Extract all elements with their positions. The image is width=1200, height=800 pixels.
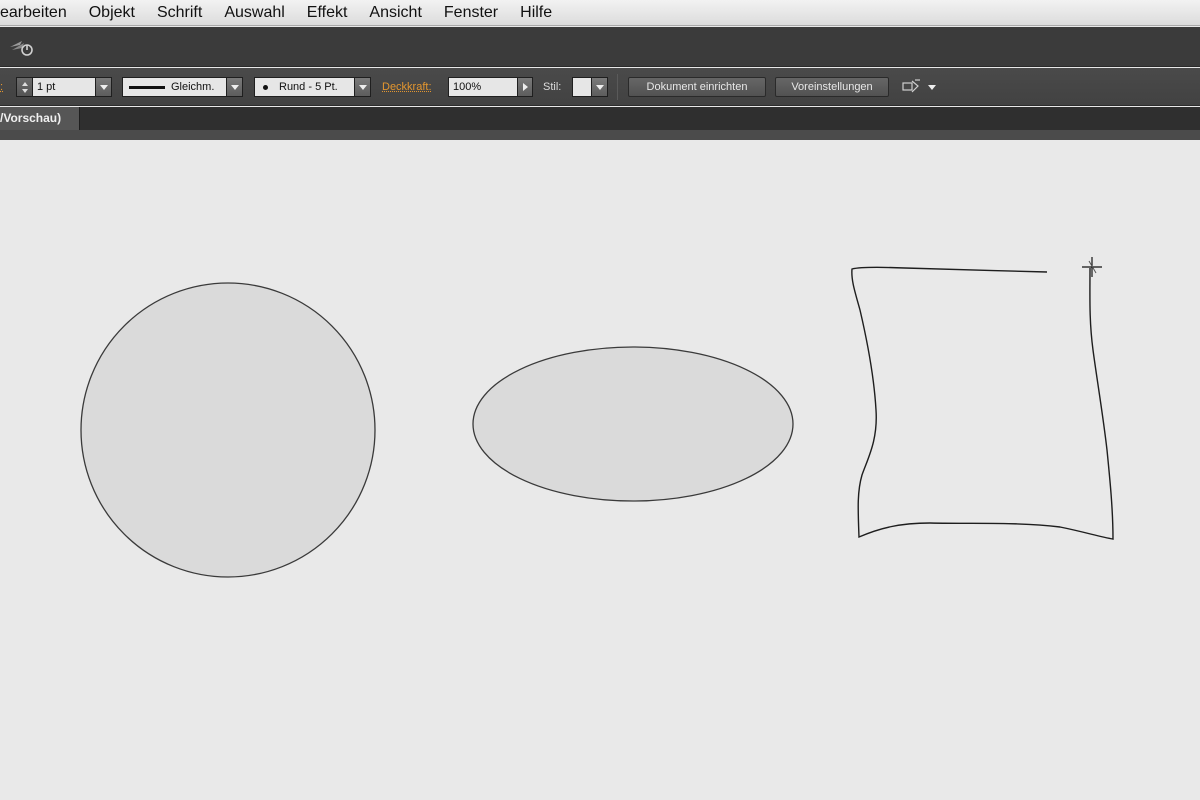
- stroke-weight-dropdown-button[interactable]: [96, 77, 112, 97]
- opacity-slider-button[interactable]: [518, 77, 533, 97]
- tab-bar-underline: [0, 130, 1200, 140]
- stroke-profile-label: Gleichm.: [171, 81, 215, 93]
- stroke-label[interactable]: :: [0, 77, 8, 97]
- stepper-up-icon[interactable]: [21, 81, 28, 86]
- ellipse-shape[interactable]: [472, 346, 794, 502]
- graphic-style-dropdown-button[interactable]: [592, 77, 608, 97]
- brush-preview-dot: [263, 85, 268, 90]
- menu-hilfe[interactable]: Hilfe: [509, 0, 563, 26]
- stroke-profile-select[interactable]: Gleichm.: [122, 77, 227, 97]
- stroke-profile-dropdown-button[interactable]: [227, 77, 243, 97]
- chevron-down-icon: [595, 84, 604, 90]
- menu-auswahl[interactable]: Auswahl: [213, 0, 295, 26]
- menu-fenster[interactable]: Fenster: [433, 0, 509, 26]
- graphic-style-swatch[interactable]: [572, 77, 592, 97]
- sync-settings-icon[interactable]: [8, 38, 36, 58]
- menu-objekt[interactable]: Objekt: [78, 0, 146, 26]
- stroke-weight-stepper[interactable]: [16, 77, 32, 97]
- artboard-canvas[interactable]: [0, 140, 1200, 800]
- control-bar: : 1 pt Gleichm. Rund - 5 Pt. Deckkraft: …: [0, 68, 1200, 106]
- chevron-down-icon: [358, 84, 367, 90]
- chevron-down-icon: [99, 84, 108, 90]
- separator: [617, 74, 618, 100]
- chevron-right-icon: [522, 83, 528, 91]
- document-tab[interactable]: /Vorschau): [0, 107, 80, 130]
- menu-effekt[interactable]: Effekt: [296, 0, 359, 26]
- menu-schrift[interactable]: Schrift: [146, 0, 213, 26]
- menu-bar: earbeiten Objekt Schrift Auswahl Effekt …: [0, 0, 1200, 26]
- panel-menu-chevron-icon[interactable]: [928, 77, 940, 97]
- freehand-rectangle-shape[interactable]: [851, 266, 1114, 540]
- brush-label: Rund - 5 Pt.: [279, 81, 338, 93]
- opacity-label[interactable]: Deckkraft:: [382, 77, 432, 97]
- menu-bearbeiten[interactable]: earbeiten: [0, 0, 78, 26]
- stroke-profile-preview: [129, 86, 165, 89]
- stepper-down-icon[interactable]: [21, 88, 28, 93]
- preferences-button[interactable]: Voreinstellungen: [775, 77, 889, 97]
- document-setup-button[interactable]: Dokument einrichten: [628, 77, 766, 97]
- circle-shape[interactable]: [80, 282, 376, 578]
- application-bar: [0, 27, 1200, 67]
- arrange-documents-icon[interactable]: [900, 77, 924, 97]
- menu-ansicht[interactable]: Ansicht: [358, 0, 432, 26]
- chevron-down-icon: [230, 84, 239, 90]
- pencil-cursor-icon: [1082, 257, 1102, 277]
- document-tab-bar: /Vorschau): [0, 107, 1200, 130]
- artwork: [80, 257, 1114, 578]
- opacity-input[interactable]: 100%: [448, 77, 518, 97]
- style-label: Stil:: [543, 81, 562, 93]
- brush-dropdown-button[interactable]: [355, 77, 371, 97]
- stroke-weight-input[interactable]: 1 pt: [32, 77, 96, 97]
- brush-select[interactable]: Rund - 5 Pt.: [254, 77, 355, 97]
